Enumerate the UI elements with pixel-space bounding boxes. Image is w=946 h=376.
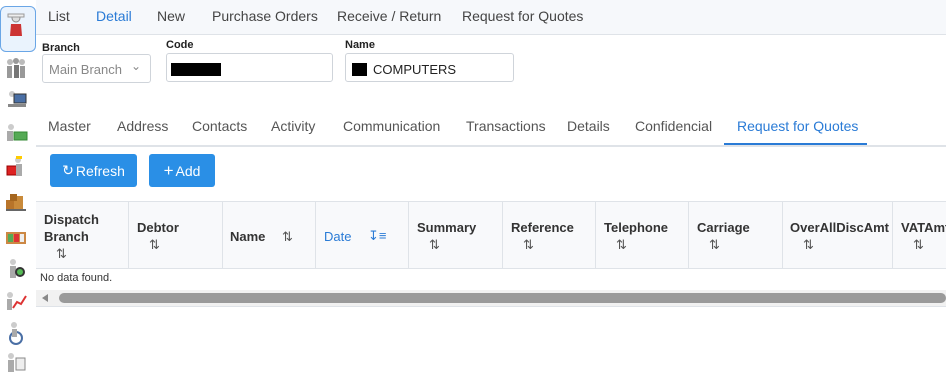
branch-select[interactable]: Main Branch ⌄	[42, 54, 151, 83]
column-reference[interactable]: Reference ⇅	[503, 202, 596, 268]
column-dispatch-branch[interactable]: Dispatch Branch ⇅	[36, 202, 129, 268]
gift-icon[interactable]	[4, 154, 28, 180]
scroll-left-icon[interactable]	[42, 294, 48, 302]
plus-icon: +	[163, 160, 174, 180]
tab-confidencial[interactable]: Confidencial	[635, 118, 712, 134]
computer-user-icon[interactable]	[4, 86, 28, 112]
icon-sidebar	[0, 0, 36, 376]
report-icon[interactable]	[4, 350, 28, 376]
name-label: Name	[345, 39, 375, 51]
column-vat-amt[interactable]: VATAmt ⇅	[893, 202, 946, 268]
tab-contacts[interactable]: Contacts	[192, 118, 247, 134]
add-button[interactable]: + Add	[149, 154, 215, 187]
chart-user-icon[interactable]	[4, 288, 28, 314]
menu-detail[interactable]: Detail	[96, 8, 132, 24]
column-title: Branch	[44, 229, 89, 244]
tab-address[interactable]: Address	[117, 118, 168, 134]
column-title: Reference	[511, 220, 574, 235]
column-title: Debtor	[137, 220, 179, 235]
refresh-button[interactable]: ↻ Refresh	[50, 154, 137, 187]
tab-request-for-quotes[interactable]: Request for Quotes	[737, 118, 858, 134]
tab-details[interactable]: Details	[567, 118, 610, 134]
menu-request-for-quotes[interactable]: Request for Quotes	[462, 8, 583, 24]
column-name[interactable]: Name ⇅	[223, 202, 316, 268]
menu-purchase-orders[interactable]: Purchase Orders	[212, 8, 318, 24]
branch-value: Main Branch	[49, 62, 122, 77]
add-label: Add	[175, 162, 201, 179]
menu-receive-return[interactable]: Receive / Return	[337, 8, 441, 24]
tab-activity[interactable]: Activity	[271, 118, 315, 134]
search-user-icon[interactable]	[4, 256, 28, 282]
sort-icon[interactable]: ⇅	[282, 229, 293, 245]
column-title: Date	[324, 229, 352, 244]
top-menu: List Detail New Purchase Orders Receive …	[36, 0, 946, 35]
detail-tabs: Master Address Contacts Activity Communi…	[36, 107, 946, 147]
column-date[interactable]: Date ↧≡	[316, 202, 409, 268]
column-title: Dispatch	[44, 212, 99, 227]
chevron-down-icon: ⌄	[130, 59, 141, 73]
refresh-icon: ↻	[62, 162, 74, 178]
name-field[interactable]: COMPUTERS	[345, 53, 514, 82]
money-icon[interactable]	[4, 120, 28, 146]
sort-icon[interactable]: ⇅	[56, 246, 67, 262]
redacted-block	[171, 63, 221, 76]
column-title: OverAllDiscAmt	[790, 220, 889, 235]
code-label: Code	[166, 39, 194, 51]
divider	[36, 306, 946, 307]
grid-header: Dispatch Branch ⇅ Debtor ⇅ Name ⇅ Date ↧…	[36, 201, 946, 269]
redacted-block	[352, 63, 367, 76]
column-telephone[interactable]: Telephone ⇅	[596, 202, 689, 268]
column-carriage[interactable]: Carriage ⇅	[689, 202, 783, 268]
refresh-label: Refresh	[75, 162, 125, 179]
sort-icon[interactable]: ⇅	[803, 237, 814, 253]
column-title: Name	[230, 229, 266, 244]
sort-icon[interactable]: ⇅	[149, 237, 160, 253]
user-icon[interactable]	[4, 12, 28, 38]
tab-master[interactable]: Master	[48, 118, 91, 134]
column-debtor[interactable]: Debtor ⇅	[129, 202, 223, 268]
sort-icon[interactable]: ⇅	[709, 237, 720, 253]
empty-message: No data found.	[40, 272, 113, 284]
sort-icon[interactable]: ⇅	[913, 237, 924, 253]
sort-descending-icon[interactable]: ↧≡	[368, 228, 386, 244]
scrollbar-thumb[interactable]	[59, 293, 946, 303]
code-field[interactable]	[166, 53, 333, 82]
column-title: VATAmt	[901, 220, 946, 235]
column-title: Summary	[417, 220, 477, 235]
column-overall-disc-amt[interactable]: OverAllDiscAmt ⇅	[783, 202, 893, 268]
column-title: Telephone	[604, 220, 669, 235]
menu-list[interactable]: List	[48, 8, 70, 24]
active-tab-indicator	[724, 143, 867, 145]
column-summary[interactable]: Summary ⇅	[409, 202, 503, 268]
horizontal-scrollbar[interactable]	[36, 290, 946, 306]
menu-new[interactable]: New	[157, 8, 185, 24]
people-icon[interactable]	[4, 56, 28, 82]
name-value: COMPUTERS	[373, 62, 457, 77]
wheelchair-icon[interactable]	[4, 320, 28, 346]
truck-icon[interactable]	[4, 190, 28, 216]
inventory-icon[interactable]	[4, 224, 28, 250]
branch-label: Branch	[42, 42, 80, 54]
sort-icon[interactable]: ⇅	[429, 237, 440, 253]
sort-icon[interactable]: ⇅	[523, 237, 534, 253]
column-title: Carriage	[697, 220, 750, 235]
sort-icon[interactable]: ⇅	[616, 237, 627, 253]
tab-transactions[interactable]: Transactions	[466, 118, 546, 134]
tab-communication[interactable]: Communication	[343, 118, 440, 134]
